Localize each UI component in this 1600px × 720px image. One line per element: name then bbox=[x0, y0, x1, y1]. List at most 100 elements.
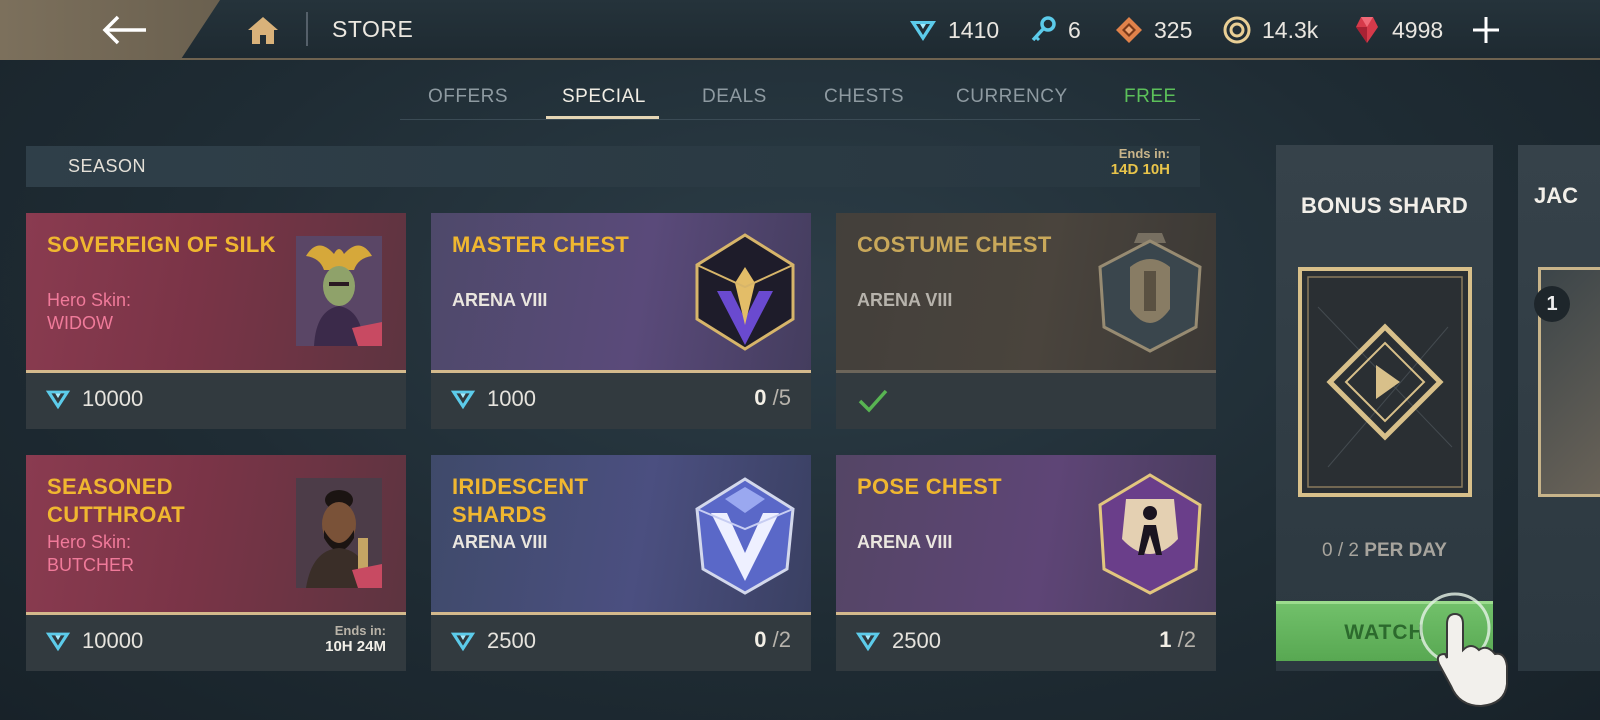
bonus-title: BONUS SHARD bbox=[1300, 193, 1469, 218]
season-label: SEASON bbox=[68, 156, 147, 176]
next-offer-panel[interactable]: JAC bbox=[1518, 145, 1600, 671]
tokens-value: 325 bbox=[1154, 16, 1193, 43]
card-skin-name: BUTCHER bbox=[47, 555, 135, 575]
price-value: 2500 bbox=[892, 628, 941, 653]
shard-icon bbox=[910, 21, 936, 41]
season-timer: Ends in: 14D 10H bbox=[1111, 146, 1170, 178]
price-bar: 2500 1 /2 bbox=[836, 615, 1216, 671]
price-bar: 2500 0 /2 bbox=[431, 615, 811, 671]
shard-icon bbox=[45, 390, 71, 410]
price: 10000 bbox=[44, 385, 143, 413]
shards-value: 1410 bbox=[948, 16, 1000, 43]
price-bar: 10000 Ends in: 10H 24M bbox=[26, 615, 406, 671]
shard-icon bbox=[450, 390, 476, 410]
card-title: POSE CHEST bbox=[857, 474, 1002, 499]
offer-timer: Ends in: 10H 24M bbox=[325, 623, 386, 655]
price-bar: 10000 bbox=[26, 373, 406, 429]
page-title: STORE bbox=[332, 16, 414, 42]
diamond-token-icon bbox=[1116, 17, 1142, 43]
card-subtitle: ARENA VIII bbox=[452, 290, 548, 310]
season-header: SEASON Ends in: 14D 10H bbox=[26, 146, 1200, 187]
card-title: IRIDESCENT SHARDS bbox=[452, 474, 589, 527]
shard-icon bbox=[450, 632, 476, 652]
price: 2500 bbox=[449, 627, 536, 655]
tab-free[interactable]: FREE bbox=[1124, 86, 1177, 108]
butcher-skin-portrait bbox=[296, 478, 382, 588]
video-play-icon[interactable] bbox=[1298, 267, 1472, 497]
card-subtitle: ARENA VIII bbox=[857, 532, 953, 552]
per-day-label: PER DAY bbox=[1364, 540, 1447, 561]
iridescent-chest-icon bbox=[695, 477, 795, 595]
shards-counter[interactable]: 1410 bbox=[908, 14, 999, 46]
offer-card-master-chest[interactable]: MASTER CHEST ARENA VIII 1000 0 /5 bbox=[431, 213, 811, 429]
coins-value: 14.3k bbox=[1262, 16, 1319, 43]
card-subtitle: Hero Skin: bbox=[47, 290, 132, 310]
tokens-counter[interactable]: 325 bbox=[1114, 14, 1192, 46]
count-max: /2 bbox=[1177, 627, 1196, 652]
price-bar bbox=[836, 373, 1216, 429]
count-have: 0 bbox=[754, 627, 767, 652]
card-title: MASTER CHEST bbox=[452, 232, 630, 257]
next-panel-title: JAC bbox=[1534, 183, 1579, 208]
shard-icon bbox=[45, 632, 71, 652]
offer-card-iridescent-shards[interactable]: IRIDESCENT SHARDS ARENA VIII 2500 0 /2 bbox=[431, 455, 811, 671]
coin-icon bbox=[1223, 16, 1251, 44]
count-have: 1 bbox=[1159, 627, 1172, 652]
card-subtitle: ARENA VIII bbox=[452, 532, 548, 552]
tab-special[interactable]: SPECIAL bbox=[562, 86, 646, 108]
ruby-gem-icon bbox=[1356, 17, 1378, 43]
watch-button[interactable]: WATCH bbox=[1276, 601, 1493, 661]
active-tab-underline bbox=[546, 116, 659, 119]
card-title: COSTUME CHEST bbox=[857, 232, 1052, 257]
tab-currency[interactable]: CURRENCY bbox=[956, 86, 1068, 108]
keys-counter[interactable]: 6 bbox=[1028, 14, 1081, 46]
count-max: /5 bbox=[772, 385, 791, 410]
offer-card-pose-chest[interactable]: POSE CHEST ARENA VIII 2500 1 /2 bbox=[836, 455, 1216, 671]
price-value: 10000 bbox=[82, 386, 144, 411]
offer-card-seasoned-cutthroat[interactable]: SEASONED CUTTHROAT Hero Skin: BUTCHER 10… bbox=[26, 455, 406, 671]
offer-ends-label: Ends in: bbox=[334, 623, 386, 638]
season-ends-value: 14D 10H bbox=[1110, 161, 1170, 178]
next-panel-badge: 1 bbox=[1534, 286, 1570, 322]
tab-offers[interactable]: OFFERS bbox=[428, 86, 508, 108]
bonus-shard-panel: BONUS SHARD 0 / 2 PER DAY WATCH bbox=[1276, 145, 1493, 671]
offer-card-sovereign-of-silk[interactable]: SOVEREIGN OF SILK Hero Skin: WIDOW 10000 bbox=[26, 213, 406, 429]
header-divider bbox=[306, 12, 308, 46]
coins-counter[interactable]: 14.3k bbox=[1222, 14, 1318, 46]
gems-counter[interactable]: 4998 bbox=[1352, 14, 1443, 46]
back-arrow-icon[interactable] bbox=[100, 12, 150, 48]
master-chest-icon bbox=[695, 233, 795, 351]
price-value: 10000 bbox=[82, 628, 144, 653]
pose-chest-icon bbox=[1098, 473, 1202, 595]
price: 1000 bbox=[449, 385, 536, 413]
purchased-check-icon bbox=[858, 389, 888, 413]
costume-chest-icon bbox=[1098, 233, 1202, 353]
top-bar: STORE 1410 6 325 14.3k 4998 bbox=[0, 0, 1600, 60]
price: 2500 bbox=[854, 627, 941, 655]
card-title: SOVEREIGN OF SILK bbox=[47, 232, 276, 257]
offer-card-costume-chest[interactable]: COSTUME CHEST ARENA VIII bbox=[836, 213, 1216, 429]
home-icon[interactable] bbox=[246, 14, 280, 46]
watch-count: 0 / 2 bbox=[1322, 540, 1359, 561]
count-max: /2 bbox=[772, 627, 791, 652]
tab-deals[interactable]: DEALS bbox=[702, 86, 767, 108]
offer-ends-value: 10H 24M bbox=[325, 638, 386, 655]
count-have: 0 bbox=[754, 385, 767, 410]
purchase-count: 0 /5 bbox=[754, 385, 791, 411]
price-value: 1000 bbox=[487, 386, 536, 411]
tab-chests[interactable]: CHESTS bbox=[824, 86, 904, 108]
key-icon bbox=[1031, 16, 1056, 42]
price-value: 2500 bbox=[487, 628, 536, 653]
card-subtitle: ARENA VIII bbox=[857, 290, 953, 310]
card-title: SEASONED CUTTHROAT bbox=[47, 474, 185, 527]
gems-value: 4998 bbox=[1392, 16, 1444, 43]
widow-skin-portrait bbox=[296, 236, 382, 346]
add-currency-plus-icon[interactable] bbox=[1468, 12, 1504, 48]
purchase-count: 0 /2 bbox=[754, 627, 791, 653]
card-subtitle: Hero Skin: bbox=[47, 532, 132, 552]
price: 10000 bbox=[44, 627, 143, 655]
card-skin-name: WIDOW bbox=[47, 313, 113, 333]
keys-value: 6 bbox=[1068, 16, 1081, 43]
price-bar: 1000 0 /5 bbox=[431, 373, 811, 429]
watch-limit: 0 / 2 PER DAY bbox=[1276, 540, 1493, 562]
